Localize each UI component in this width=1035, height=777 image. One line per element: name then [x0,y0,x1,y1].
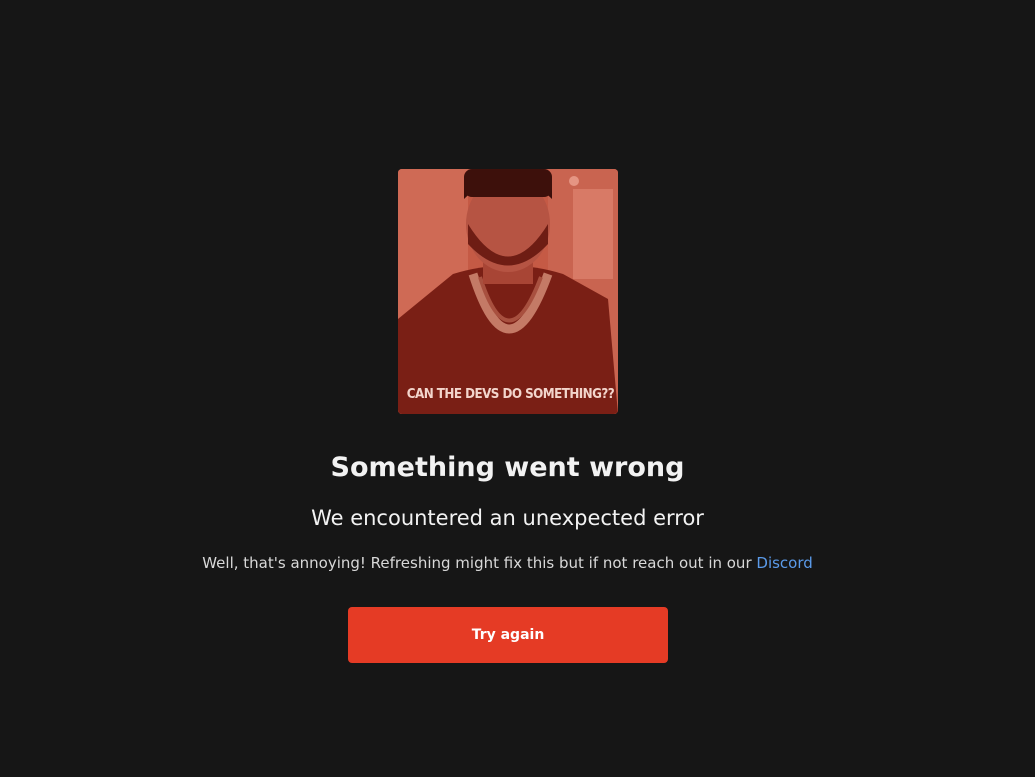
meme-illustration [398,169,618,414]
error-subtitle: We encountered an unexpected error [311,506,704,530]
error-message: Well, that's annoying! Refreshing might … [0,554,1015,572]
error-meme-image: CAN THE DEVS DO SOMETHING?? [398,169,618,414]
error-page: CAN THE DEVS DO SOMETHING?? Something we… [0,0,1035,777]
error-title: Something went wrong [330,452,685,483]
error-message-text: Well, that's annoying! Refreshing might … [202,554,757,572]
meme-caption: CAN THE DEVS DO SOMETHING?? [406,387,615,402]
try-again-button[interactable]: Try again [348,607,668,663]
discord-link[interactable]: Discord [756,554,812,572]
